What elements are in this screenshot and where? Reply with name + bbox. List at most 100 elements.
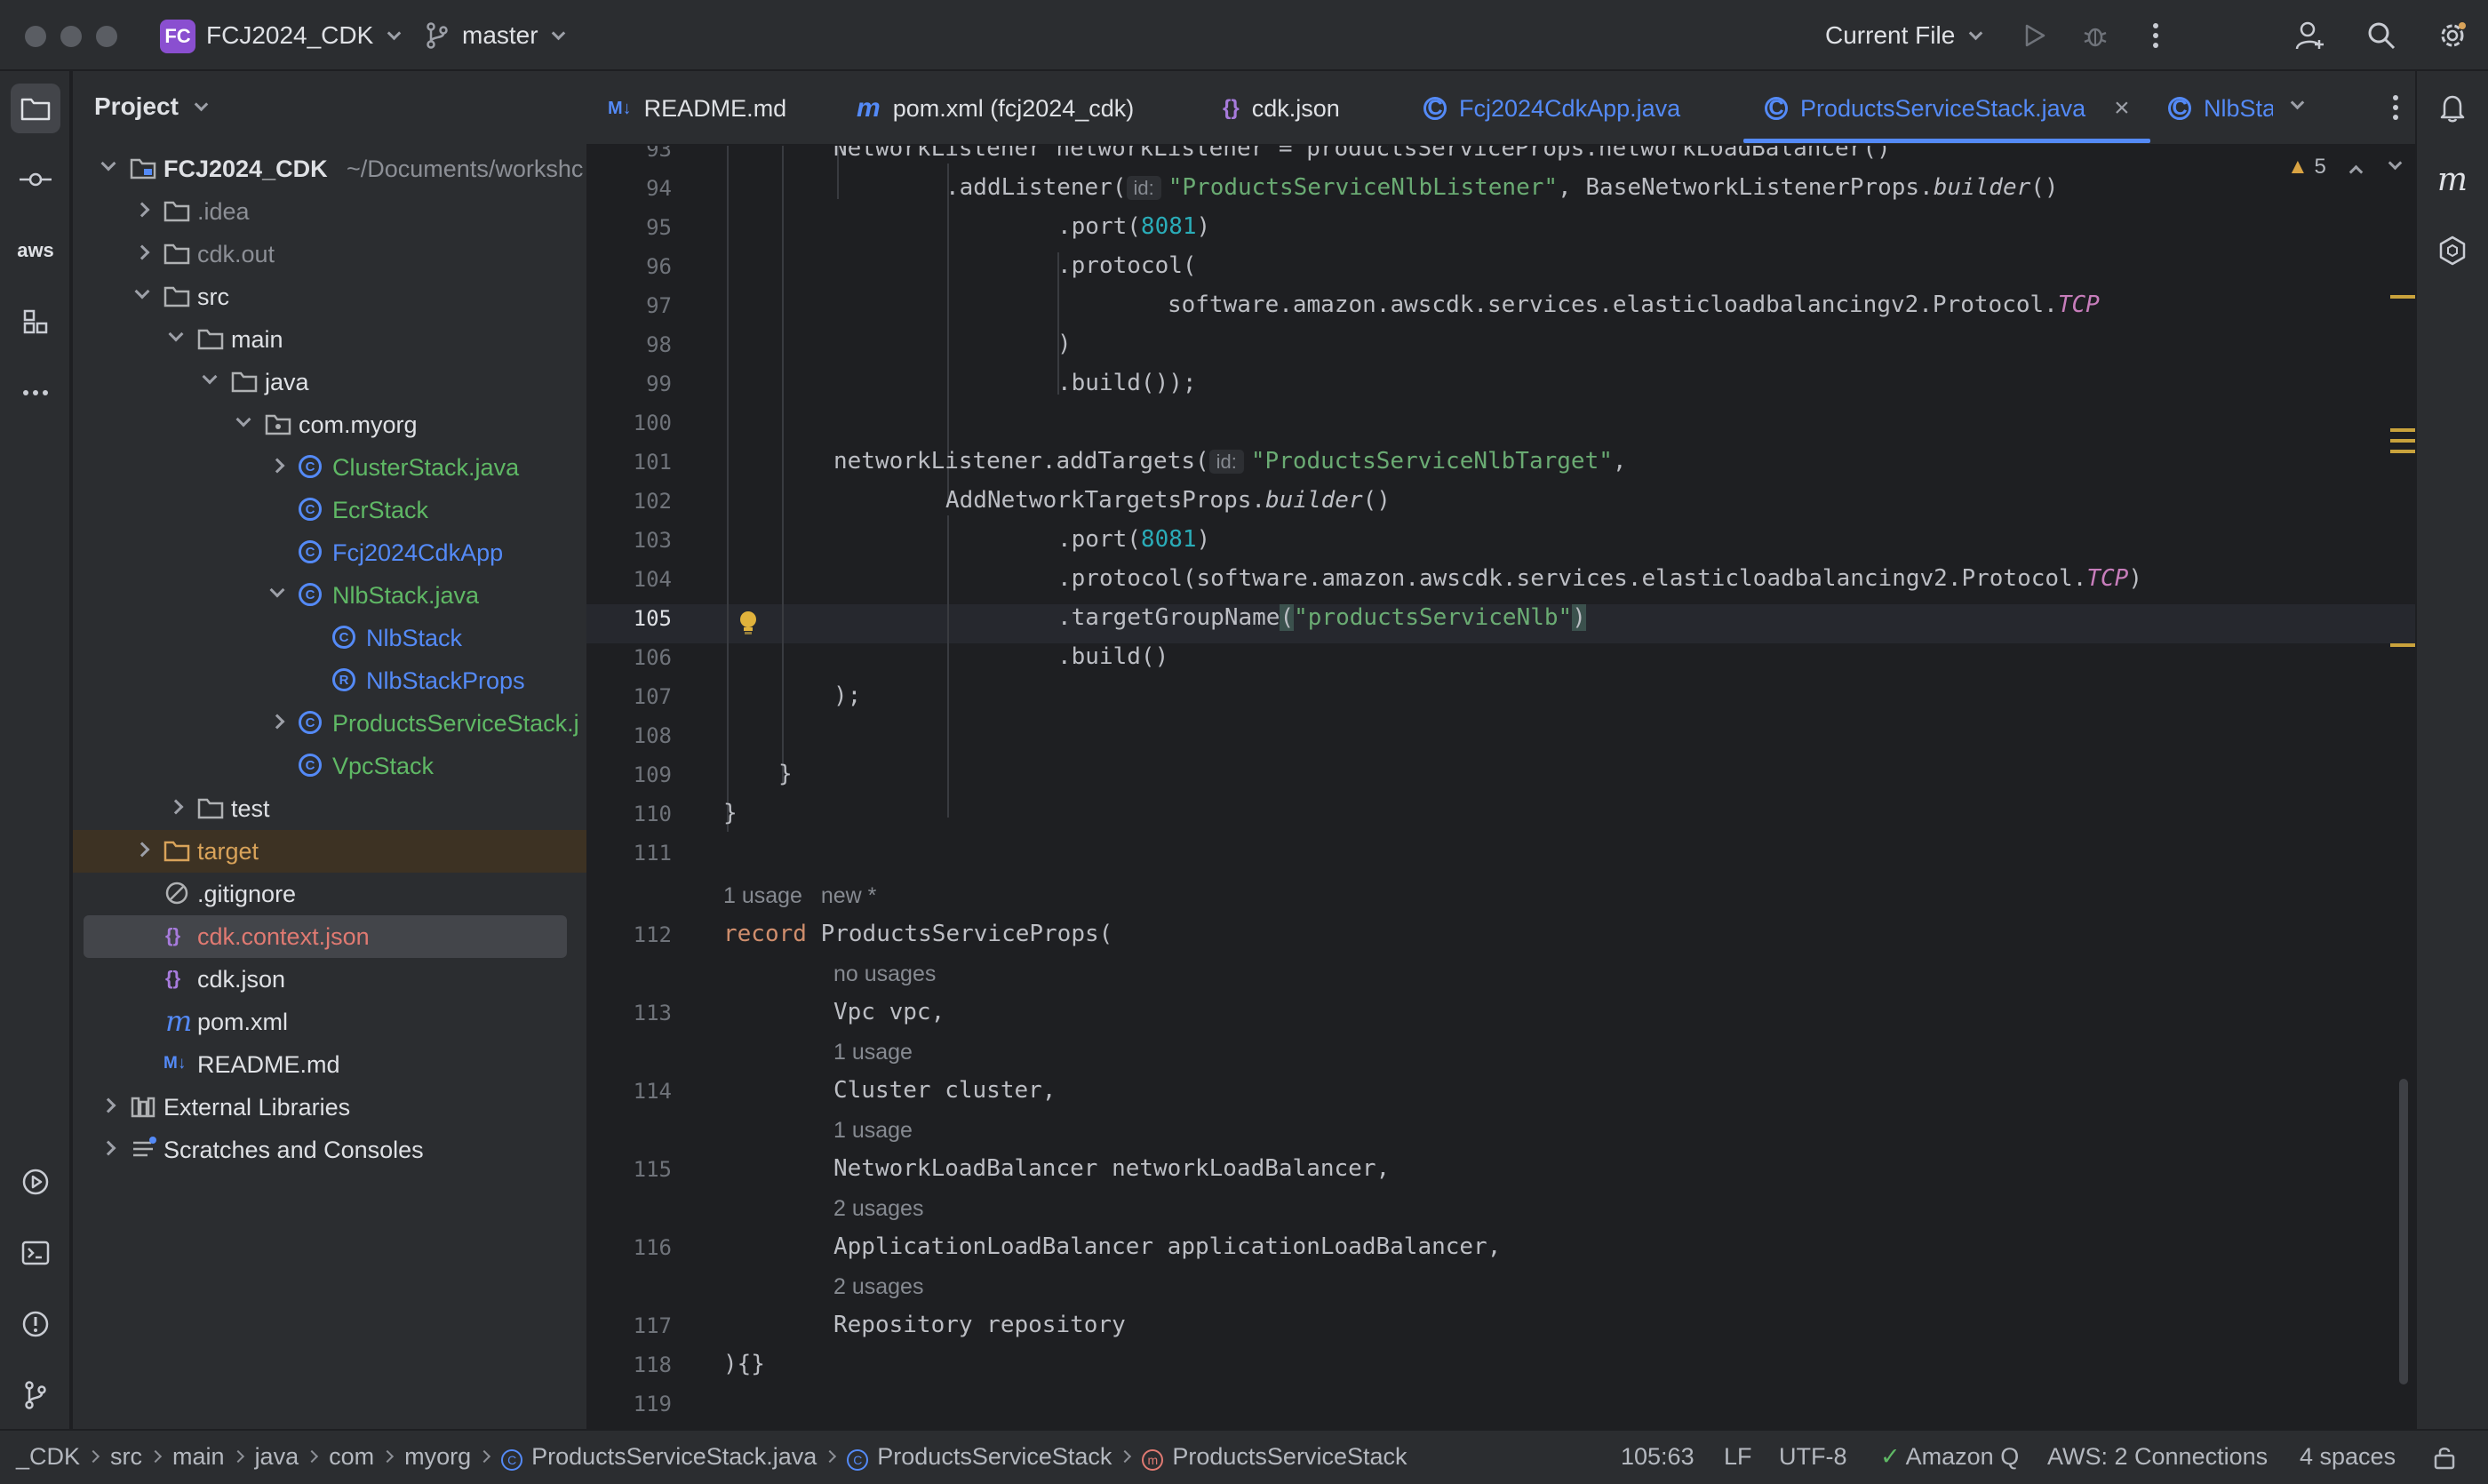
chevron-right-icon[interactable] bbox=[269, 458, 285, 474]
maven-tool-window-icon[interactable]: m bbox=[2428, 155, 2477, 204]
run-configuration-selector[interactable]: Current File bbox=[1825, 21, 1983, 50]
lightbulb-icon[interactable] bbox=[738, 610, 759, 638]
caret-position[interactable]: 105:63 bbox=[1621, 1443, 1695, 1471]
tree-item-pom-xml[interactable]: m pom.xml bbox=[73, 1001, 586, 1043]
line-number[interactable]: 109 bbox=[586, 762, 672, 787]
chevron-down-icon[interactable] bbox=[269, 582, 285, 598]
breadcrumb-item[interactable]: ProductsServiceStack.java bbox=[531, 1443, 817, 1470]
tree-item-idea[interactable]: .idea bbox=[73, 190, 586, 233]
chevron-right-icon[interactable] bbox=[100, 1140, 116, 1156]
chevron-right-icon[interactable] bbox=[269, 714, 285, 730]
line-number[interactable]: 115 bbox=[586, 1157, 672, 1182]
warning-marker[interactable] bbox=[2390, 643, 2415, 647]
line-number[interactable]: 117 bbox=[586, 1313, 672, 1338]
usage-hint[interactable]: 2 usages bbox=[833, 1274, 923, 1300]
breadcrumb-item[interactable]: myorg bbox=[404, 1443, 471, 1470]
run-button[interactable] bbox=[2017, 18, 2053, 53]
project-switcher[interactable]: FCJ2024_CDK bbox=[206, 21, 402, 50]
line-number[interactable]: 105 bbox=[586, 606, 672, 631]
commit-icon[interactable] bbox=[11, 155, 60, 204]
error-stripe[interactable] bbox=[2390, 146, 2415, 1429]
debug-button[interactable] bbox=[2077, 18, 2113, 53]
tree-item-fcj2024cdkapp[interactable]: C Fcj2024CdkApp bbox=[73, 531, 586, 574]
tree-item-cdk-context-json[interactable]: {} cdk.context.json bbox=[84, 915, 567, 958]
read-only-lock-icon[interactable] bbox=[2433, 1445, 2456, 1470]
warning-marker[interactable] bbox=[2390, 295, 2415, 299]
breadcrumb-item[interactable]: ProductsServiceStack bbox=[877, 1443, 1112, 1470]
line-number[interactable]: 119 bbox=[586, 1392, 672, 1416]
tree-item-nlbstack[interactable]: C NlbStack bbox=[73, 617, 586, 659]
project-view-selector[interactable]: Project bbox=[94, 92, 208, 121]
line-number[interactable]: 101 bbox=[586, 450, 672, 475]
line-number[interactable]: 110 bbox=[586, 802, 672, 826]
line-number[interactable]: 95 bbox=[586, 215, 672, 240]
close-tab-icon[interactable]: × bbox=[2114, 93, 2130, 124]
tab-readme[interactable]: M↓ README.md bbox=[608, 71, 786, 144]
zoom-window-button[interactable] bbox=[96, 26, 117, 47]
line-number[interactable]: 108 bbox=[586, 723, 672, 748]
tree-item-cdk-json[interactable]: {} cdk.json bbox=[73, 958, 586, 1001]
chevron-right-icon[interactable] bbox=[134, 842, 150, 858]
usage-hint[interactable]: no usages bbox=[833, 961, 936, 987]
tab-pom-xml[interactable]: m pom.xml (fcj2024_cdk) bbox=[857, 71, 1134, 144]
warning-marker[interactable] bbox=[2390, 428, 2415, 432]
line-number[interactable]: 112 bbox=[586, 922, 672, 947]
chevron-down-icon[interactable] bbox=[235, 411, 251, 427]
tree-item-nlbstack-java[interactable]: C NlbStack.java bbox=[73, 574, 586, 617]
line-number[interactable]: 98 bbox=[586, 332, 672, 357]
tab-cdk-json[interactable]: {} cdk.json bbox=[1223, 71, 1340, 144]
tree-item-gitignore[interactable]: .gitignore bbox=[73, 873, 586, 915]
tree-item-productsservicestack-j[interactable]: C ProductsServiceStack.j bbox=[73, 702, 586, 745]
project-tool-window-folder-icon[interactable] bbox=[11, 84, 60, 133]
tree-item-external-libraries[interactable]: External Libraries bbox=[73, 1086, 586, 1129]
usage-hint[interactable]: 1 usage new * bbox=[723, 883, 876, 909]
line-number[interactable]: 116 bbox=[586, 1235, 672, 1260]
run-services-icon[interactable] bbox=[11, 1157, 60, 1207]
usage-hint[interactable]: 1 usage bbox=[833, 1040, 913, 1065]
breadcrumb-item[interactable]: java bbox=[255, 1443, 299, 1470]
line-number[interactable]: 93 bbox=[586, 146, 672, 162]
indent-setting[interactable]: 4 spaces bbox=[2300, 1443, 2396, 1471]
amazon-q-status[interactable]: ✓ Amazon Q bbox=[1880, 1443, 2019, 1471]
tree-item-test[interactable]: test bbox=[73, 787, 586, 830]
tab-fcj2024cdkapp[interactable]: C Fcj2024CdkApp.java bbox=[1423, 71, 1680, 144]
line-number[interactable]: 106 bbox=[586, 645, 672, 670]
tree-item-scratches-and-consoles[interactable]: Scratches and Consoles bbox=[73, 1129, 586, 1171]
project-badge[interactable]: FC bbox=[160, 20, 195, 53]
tab-productsservicestack[interactable]: C ProductsServiceStack.java × bbox=[1765, 71, 2130, 144]
breadcrumb-item[interactable]: ProductsServiceStack bbox=[1172, 1443, 1407, 1470]
version-control-icon[interactable] bbox=[11, 1370, 60, 1420]
tree-item-nlbstackprops[interactable]: R NlbStackProps bbox=[73, 659, 586, 702]
tree-item-main[interactable]: main bbox=[73, 318, 586, 361]
notifications-bell-icon[interactable] bbox=[2428, 84, 2477, 133]
structure-icon[interactable] bbox=[11, 297, 60, 347]
line-separator[interactable]: LF bbox=[1724, 1443, 1752, 1471]
close-window-button[interactable] bbox=[25, 26, 46, 47]
line-number[interactable]: 107 bbox=[586, 684, 672, 709]
terminal-icon[interactable] bbox=[11, 1228, 60, 1278]
tree-item-target[interactable]: target bbox=[73, 830, 586, 873]
minimize-window-button[interactable] bbox=[60, 26, 82, 47]
line-number[interactable]: 102 bbox=[586, 489, 672, 514]
chevron-down-icon[interactable] bbox=[168, 326, 184, 342]
inspection-widget[interactable]: ▲ 5 bbox=[2287, 155, 2403, 180]
tree-item-fcj2024-cdk[interactable]: FCJ2024_CDK ~/Documents/workshc bbox=[73, 148, 586, 190]
chevron-right-icon[interactable] bbox=[100, 1097, 116, 1113]
previous-highlight-icon[interactable] bbox=[2349, 164, 2364, 180]
line-number[interactable]: 94 bbox=[586, 176, 672, 201]
line-number[interactable]: 97 bbox=[586, 293, 672, 318]
file-encoding[interactable]: UTF-8 bbox=[1779, 1443, 1847, 1471]
tab-list-chevron-icon[interactable] bbox=[2290, 95, 2305, 110]
more-tool-windows-icon[interactable] bbox=[11, 368, 60, 418]
usage-hint[interactable]: 1 usage bbox=[833, 1118, 913, 1144]
breadcrumb-item[interactable]: _CDK bbox=[16, 1443, 80, 1470]
breadcrumb-item[interactable]: com bbox=[329, 1443, 374, 1470]
tree-item-cdk-out[interactable]: cdk.out bbox=[73, 233, 586, 275]
chevron-down-icon[interactable] bbox=[202, 369, 218, 385]
tree-item-readme-md[interactable]: M↓ README.md bbox=[73, 1043, 586, 1086]
tree-item-java[interactable]: java bbox=[73, 361, 586, 403]
more-actions-icon[interactable] bbox=[2138, 18, 2173, 53]
warning-marker[interactable] bbox=[2390, 439, 2415, 443]
line-number[interactable]: 111 bbox=[586, 841, 672, 866]
aws-connections[interactable]: AWS: 2 Connections bbox=[2047, 1443, 2268, 1471]
